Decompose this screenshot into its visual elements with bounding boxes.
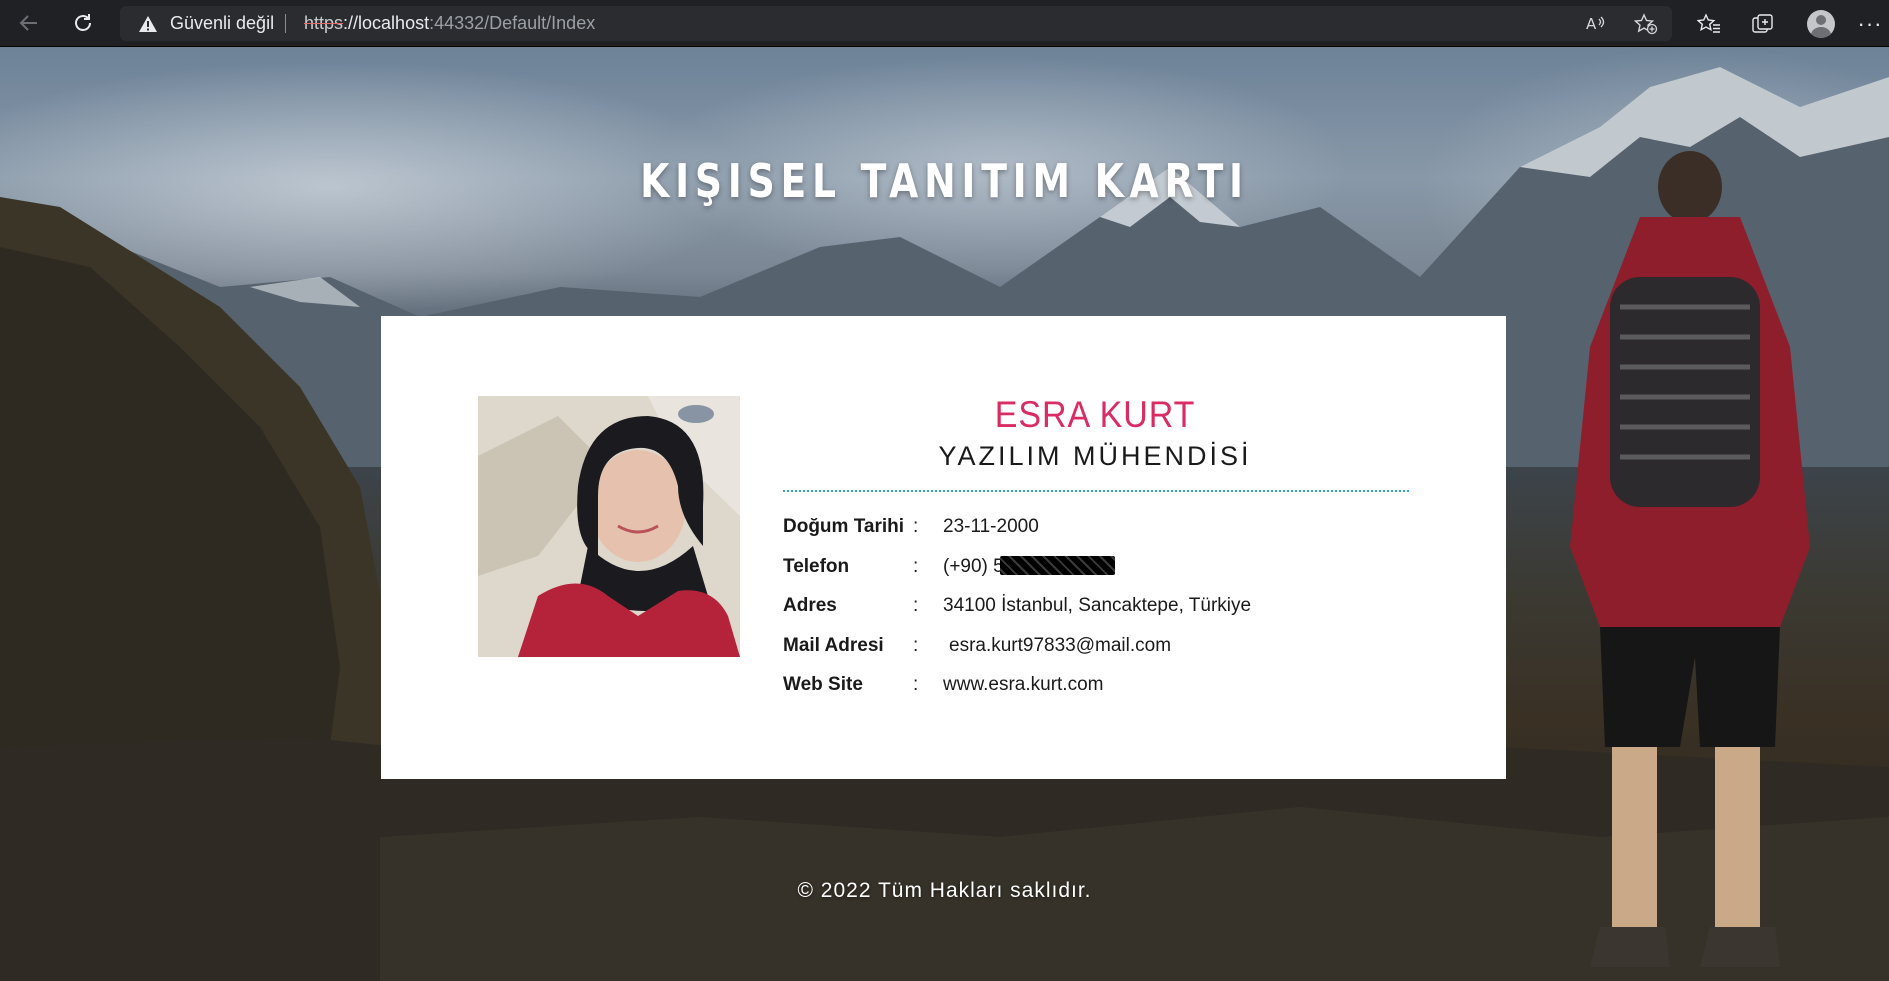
- phone-redaction: [999, 555, 1115, 575]
- website-value: www.esra.kurt.com: [943, 674, 1104, 695]
- footer-copyright: © 2022 Tüm Hakları saklıdır.: [797, 879, 1092, 902]
- url-scheme: https: [304, 13, 344, 33]
- address-bar[interactable]: Güvenli değil https://localhost:44332/De…: [120, 6, 1672, 41]
- security-status-label[interactable]: Güvenli değil: [170, 6, 274, 41]
- phone-label: Telefon: [783, 555, 850, 577]
- address-separator: :: [913, 595, 919, 616]
- back-arrow-icon[interactable]: [12, 6, 46, 40]
- profile-job-title: YAZILIM MÜHENDİSİ: [938, 441, 1252, 471]
- profile-name: ESRA KURT: [994, 394, 1196, 435]
- url-text[interactable]: https://localhost:44332/Default/Index: [304, 6, 595, 41]
- star-add-icon[interactable]: [1632, 10, 1660, 38]
- profile-card: ESRA KURT YAZILIM MÜHENDİSİ Doğum Tarihi…: [381, 316, 1506, 779]
- page-background: KIŞISEL TANITIM KARTI ESRA KURT YAZILIM …: [0, 47, 1889, 981]
- address-label: Adres: [783, 595, 837, 616]
- omnibox-separator: [285, 14, 286, 33]
- phone-separator: :: [913, 555, 919, 577]
- profile-photo: [478, 396, 740, 657]
- reload-icon[interactable]: [66, 6, 100, 40]
- url-host: ://localhost: [343, 13, 430, 33]
- website-label: Web Site: [783, 674, 863, 695]
- birthdate-value: 23-11-2000: [943, 516, 1039, 537]
- phone-value: (+90) 5: [943, 555, 1004, 577]
- email-value: esra.kurt97833@mail.com: [949, 634, 1172, 656]
- more-icon[interactable]: ···: [1853, 7, 1887, 41]
- warning-triangle-icon[interactable]: [138, 15, 158, 33]
- email-label: Mail Adresi: [783, 634, 884, 656]
- collections-icon[interactable]: [1746, 7, 1780, 41]
- read-aloud-icon[interactable]: A: [1582, 10, 1610, 38]
- website-separator: :: [913, 674, 919, 695]
- divider-line: [783, 490, 1409, 492]
- address-value: 34100 İstanbul, Sancaktepe, Türkiye: [943, 595, 1252, 616]
- birthdate-separator: :: [913, 516, 919, 537]
- browser-toolbar: Güvenli değil https://localhost:44332/De…: [0, 0, 1889, 47]
- svg-text:A: A: [1586, 15, 1597, 33]
- email-separator: :: [913, 634, 919, 656]
- page-heading: KIŞISEL TANITIM KARTI: [640, 154, 1249, 208]
- url-path: :44332/Default/Index: [429, 13, 596, 33]
- profile-avatar-icon[interactable]: [1804, 7, 1838, 41]
- favorites-icon[interactable]: [1692, 7, 1726, 41]
- birthdate-label: Doğum Tarihi: [783, 516, 905, 537]
